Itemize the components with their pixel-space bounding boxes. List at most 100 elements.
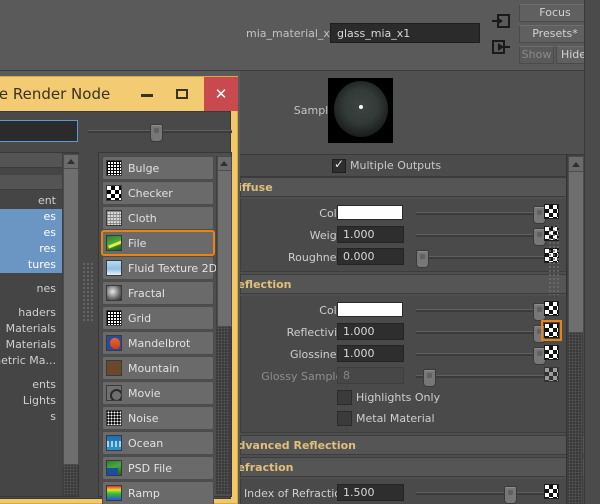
slider-handle[interactable] — [416, 250, 429, 268]
checkbox-row[interactable]: Metal Material — [241, 408, 585, 429]
checkbox[interactable] — [337, 411, 352, 426]
value-input[interactable]: 1.000 — [337, 226, 404, 243]
attribute-row: Glossiness1.000 — [241, 343, 585, 365]
output-connection-icon[interactable] — [492, 40, 510, 54]
tree-item[interactable]: ents — [0, 377, 62, 393]
minimize-icon[interactable] — [137, 85, 159, 103]
map-button[interactable] — [544, 484, 559, 499]
checkbox-row[interactable]: Highlights Only — [241, 387, 585, 408]
map-button[interactable] — [544, 367, 559, 382]
tree-item[interactable]: tures — [0, 257, 62, 273]
node-list-item[interactable]: Grid — [102, 306, 214, 330]
node-list-item[interactable]: Mandelbrot — [102, 331, 214, 355]
attribute-row: Reflectivity1.000 — [241, 321, 585, 343]
tree-item-label: Materials — [6, 321, 56, 337]
multiple-outputs-checkbox[interactable]: ✓ — [332, 159, 346, 173]
presets-button[interactable]: Presets* — [519, 25, 591, 43]
section-title: Reflection — [240, 278, 291, 291]
focus-button[interactable]: Focus — [519, 4, 591, 22]
tree-item[interactable]: ent — [0, 193, 62, 209]
value-slider[interactable] — [416, 234, 546, 237]
node-list-item[interactable]: Fractal — [102, 281, 214, 305]
input-connection-icon[interactable] — [492, 14, 510, 28]
map-button[interactable] — [544, 204, 559, 219]
multiple-outputs-row[interactable]: ✓ Multiple Outputs — [240, 155, 585, 177]
node-list-item[interactable]: Ramp — [102, 481, 214, 504]
scroll-up-arrow-icon[interactable] — [568, 156, 584, 172]
node-list-item[interactable]: Fluid Texture 2D — [102, 256, 214, 280]
color-swatch[interactable] — [337, 205, 403, 220]
sample-swatch[interactable] — [328, 78, 393, 143]
slider-handle[interactable] — [504, 486, 517, 504]
tree-item[interactable]: res — [0, 241, 62, 257]
value-slider[interactable] — [416, 212, 546, 215]
slider-handle[interactable] — [150, 124, 163, 142]
node-list-item-label: File — [128, 237, 146, 250]
tree-scrollbar[interactable] — [62, 153, 78, 496]
search-input[interactable] — [0, 120, 78, 142]
tree-item[interactable]: nes — [0, 281, 62, 297]
tree-scrollbar-thumb[interactable] — [63, 168, 79, 465]
attribute-label: Glossy Samples — [241, 370, 348, 383]
slider-handle[interactable] — [423, 369, 436, 387]
value-slider[interactable] — [416, 492, 546, 495]
panel-grip[interactable] — [548, 225, 560, 295]
value-input[interactable]: 1.500 — [337, 484, 404, 501]
scrollbar-thumb[interactable] — [568, 171, 584, 333]
node-list-item[interactable]: Movie — [102, 381, 214, 405]
tree-item-label: res — [39, 241, 56, 257]
value-input[interactable]: 8 — [337, 367, 404, 384]
node-list-item[interactable]: Bulge — [102, 156, 214, 180]
value-input[interactable]: 1.000 — [337, 323, 404, 340]
node-name-input[interactable]: glass_mia_x1 — [330, 23, 480, 43]
tree-scroll-up-arrow-icon[interactable] — [63, 154, 79, 169]
tree-scrollbar-track[interactable] — [63, 465, 77, 495]
tree-item[interactable]: lumetric Ma... — [0, 353, 62, 369]
show-button[interactable]: Show — [519, 46, 554, 64]
tree-item[interactable]: es — [0, 209, 62, 225]
node-list-scrollbar[interactable] — [216, 156, 231, 494]
section-header-advanced-reflection[interactable]: Advanced Reflection — [240, 435, 585, 455]
close-icon[interactable]: ✕ — [204, 77, 238, 111]
value-slider[interactable] — [416, 375, 546, 378]
map-button[interactable] — [544, 323, 559, 338]
icon-size-slider[interactable] — [88, 130, 232, 133]
node-list-item[interactable]: Ocean — [102, 431, 214, 455]
value-slider[interactable] — [416, 309, 546, 312]
section-title: Advanced Reflection — [240, 439, 356, 452]
tree-item[interactable]: Lights — [0, 393, 62, 409]
tree-item[interactable]: s — [0, 409, 62, 425]
section-header-refraction[interactable]: Refraction — [240, 457, 585, 477]
pane-splitter-grip[interactable] — [82, 262, 94, 322]
value-slider[interactable] — [416, 353, 546, 356]
dialog-titlebar[interactable]: te Render Node ✕ — [0, 77, 237, 111]
node-scrollbar-track[interactable] — [217, 327, 230, 493]
value-slider[interactable] — [416, 256, 546, 259]
node-list-item[interactable]: Noise — [102, 406, 214, 430]
map-button[interactable] — [544, 345, 559, 360]
scrollbar-track[interactable] — [568, 333, 582, 503]
value-input[interactable]: 0.000 — [337, 248, 404, 265]
value-slider[interactable] — [416, 331, 546, 334]
node-list-item[interactable]: File — [102, 231, 214, 255]
value-input[interactable]: 1.000 — [337, 345, 404, 362]
node-list-item[interactable]: Checker — [102, 181, 214, 205]
node-list-item[interactable]: Mountain — [102, 356, 214, 380]
tree-item[interactable]: haders — [0, 305, 62, 321]
tree-item[interactable]: es — [0, 225, 62, 241]
tree-item[interactable]: Materials — [0, 337, 62, 353]
section-header-diffuse[interactable]: Diffuse — [240, 177, 585, 197]
maximize-icon[interactable] — [171, 85, 193, 103]
attribute-editor-scrollbar[interactable] — [566, 155, 583, 504]
color-swatch[interactable] — [337, 302, 403, 317]
node-type-label: mia_material_x: — [246, 27, 326, 40]
node-scroll-up-arrow-icon[interactable] — [217, 156, 232, 171]
tree-item[interactable]: Materials — [0, 321, 62, 337]
node-scrollbar-thumb[interactable] — [217, 170, 232, 327]
map-button[interactable] — [544, 301, 559, 316]
checkbox[interactable] — [337, 390, 352, 405]
node-list-item[interactable]: Cloth — [102, 206, 214, 230]
section-header-reflection[interactable]: Reflection — [240, 274, 585, 294]
node-list-item[interactable]: PSD File — [102, 456, 214, 480]
tree-item-label: ents — [32, 377, 56, 393]
